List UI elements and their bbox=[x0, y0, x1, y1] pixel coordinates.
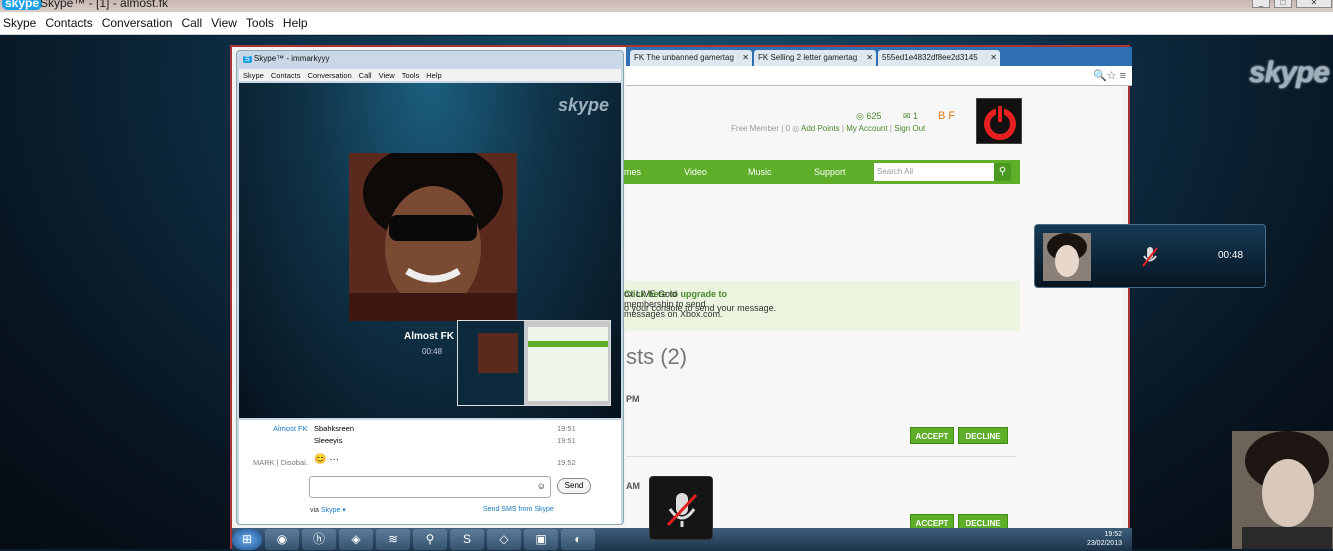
site-nav: mes Video Music Support Search All ⚲ bbox=[622, 160, 1020, 184]
my-account-link[interactable]: My Account bbox=[846, 124, 887, 133]
send-sms-link[interactable]: Send SMS from Skype bbox=[483, 506, 554, 513]
chat-message: Sleeeyis bbox=[314, 436, 343, 445]
muted-microphone-icon bbox=[666, 493, 698, 527]
chat-time: 19:52 bbox=[557, 458, 576, 467]
divider bbox=[626, 456, 1016, 457]
inner-skype-window: S Skype™ - immarkyyy Skype Contacts Conv… bbox=[236, 50, 624, 525]
close-button[interactable]: ✕ bbox=[1296, 0, 1332, 8]
skype-taskbar-icon[interactable]: S bbox=[450, 529, 484, 550]
gold-notice: ox LIVE Gold membership to send messages… bbox=[624, 281, 1020, 331]
request-time: AM bbox=[626, 481, 640, 491]
inner-skype-logo: skype bbox=[557, 95, 609, 115]
app-icon[interactable]: ▣ bbox=[524, 529, 558, 550]
inner-menu-conversation[interactable]: Conversation bbox=[307, 71, 351, 80]
system-tray-clock[interactable]: 19:52 23/02/2013 bbox=[1087, 530, 1122, 548]
inner-call-video: skype Almost FK 00:48 bbox=[239, 83, 621, 418]
chat-time: 19:51 bbox=[557, 436, 576, 445]
inner-menu-call[interactable]: Call bbox=[359, 71, 372, 80]
browser-tab[interactable]: 555ed1e4832df8ee2d3145 ✕ bbox=[878, 50, 1000, 66]
menu-bar: Skype Contacts Conversation Call View To… bbox=[0, 12, 1333, 35]
nav-music[interactable]: Music bbox=[748, 167, 772, 177]
hp-icon[interactable]: ⓗ bbox=[302, 529, 336, 550]
nav-support[interactable]: Support bbox=[814, 167, 846, 177]
menu-conversation[interactable]: Conversation bbox=[102, 16, 173, 30]
chat-sender: MARK | Disobai. bbox=[253, 458, 308, 467]
via-skype: via Skype ▾ bbox=[310, 507, 346, 514]
tab-close-icon[interactable]: ✕ bbox=[742, 53, 749, 62]
inner-menu-help[interactable]: Help bbox=[426, 71, 441, 80]
menu-view[interactable]: View bbox=[211, 16, 237, 30]
inner-menu-view[interactable]: View bbox=[379, 71, 395, 80]
shared-screen: FK The unbanned gamertag ✕ FK Selling 2 l… bbox=[230, 45, 1132, 551]
minimize-button[interactable]: _ bbox=[1252, 0, 1270, 8]
mute-microphone-button[interactable] bbox=[649, 476, 713, 540]
inner-skype-title: S Skype™ - immarkyyy bbox=[243, 54, 330, 63]
chat-message: 😊 ··· bbox=[314, 454, 340, 465]
mini-call-panel[interactable]: 00:48 bbox=[1034, 224, 1266, 288]
nav-games[interactable]: mes bbox=[624, 167, 641, 177]
browser-tab[interactable]: FK The unbanned gamertag ✕ bbox=[630, 50, 752, 66]
xbox-power-avatar[interactable] bbox=[976, 98, 1022, 144]
browser-tab-strip: FK The unbanned gamertag ✕ FK Selling 2 l… bbox=[626, 47, 1132, 66]
mini-call-timer: 00:48 bbox=[1218, 250, 1244, 261]
menu-contacts[interactable]: Contacts bbox=[45, 16, 92, 30]
chat-time: 19:51 bbox=[557, 424, 576, 433]
zoom-star-menu-icons[interactable]: 🔍☆ ≡ bbox=[1093, 69, 1126, 82]
accept-button[interactable]: ACCEPT bbox=[910, 427, 954, 444]
nav-video[interactable]: Video bbox=[684, 167, 707, 177]
send-button[interactable]: Send bbox=[557, 478, 591, 494]
emoticon-icon[interactable]: ☺ bbox=[537, 481, 546, 491]
account-links: Free Member | 0 ◎ Add Points | My Accoun… bbox=[731, 124, 926, 133]
callee-name: Almost FK bbox=[404, 331, 454, 342]
request-time: PM bbox=[626, 394, 640, 404]
sign-out-link[interactable]: Sign Out bbox=[894, 124, 925, 133]
remote-avatar bbox=[1043, 233, 1091, 281]
menu-skype[interactable]: Skype bbox=[3, 16, 36, 30]
via-skype-dropdown[interactable]: Skype ▾ bbox=[321, 507, 346, 514]
points-count: ◎ 625 bbox=[856, 111, 882, 121]
menu-call[interactable]: Call bbox=[181, 16, 202, 30]
muted-microphone-icon[interactable] bbox=[1140, 245, 1160, 269]
window-titlebar: skype Skype™ - [1] - almost.fk _ □ ✕ bbox=[0, 0, 1333, 12]
decline-button[interactable]: DECLINE bbox=[958, 427, 1008, 444]
menu-tools[interactable]: Tools bbox=[246, 16, 274, 30]
address-bar[interactable]: 🔍☆ ≡ bbox=[626, 66, 1132, 86]
skype-watermark-logo: skype bbox=[1248, 56, 1330, 89]
browser-tab[interactable]: FK Selling 2 letter gamertag ✕ bbox=[754, 50, 876, 66]
gamertag-initials: B F bbox=[938, 110, 956, 122]
app-icon[interactable]: ◇ bbox=[487, 529, 521, 550]
site-search-input[interactable]: Search All bbox=[874, 163, 994, 181]
dropbox-icon[interactable]: ◈ bbox=[339, 529, 373, 550]
call-timer: 00:48 bbox=[422, 347, 443, 356]
chrome-icon[interactable]: ◉ bbox=[265, 529, 299, 550]
window-title: Skype™ - [1] - almost.fk bbox=[40, 0, 169, 10]
inner-menu-skype[interactable]: Skype bbox=[243, 71, 264, 80]
tab-close-icon[interactable]: ✕ bbox=[866, 53, 873, 62]
inner-menu-tools[interactable]: Tools bbox=[402, 71, 420, 80]
inner-chat-panel: Almost FK Sbahksreen 19:51 Sleeeyis 19:5… bbox=[239, 420, 621, 524]
chat-message-input[interactable]: ☺ bbox=[309, 476, 551, 498]
chat-sender: Almost FK bbox=[273, 424, 308, 433]
add-points-link[interactable]: Add Points bbox=[801, 124, 840, 133]
search-icon[interactable]: ⚲ bbox=[994, 163, 1011, 181]
aim-icon[interactable]: ⚲ bbox=[413, 529, 447, 550]
inner-skype-menu: Skype Contacts Conversation Call View To… bbox=[239, 69, 621, 81]
recursive-screen-preview bbox=[457, 320, 611, 406]
chat-message: Sbahksreen bbox=[314, 424, 355, 433]
self-video-preview[interactable] bbox=[1232, 431, 1333, 549]
tab-close-icon[interactable]: ✕ bbox=[990, 53, 997, 62]
requests-heading: sts (2) bbox=[626, 344, 688, 369]
skype-logo: skype bbox=[2, 0, 43, 10]
app-icon[interactable]: ◐ bbox=[561, 529, 595, 550]
start-button-icon[interactable]: ⊞ bbox=[232, 529, 262, 550]
callee-video bbox=[349, 153, 517, 321]
inner-menu-contacts[interactable]: Contacts bbox=[271, 71, 301, 80]
power-icon bbox=[984, 104, 1016, 140]
maximize-button[interactable]: □ bbox=[1274, 0, 1292, 8]
spotify-icon[interactable]: ≋ bbox=[376, 529, 410, 550]
menu-help[interactable]: Help bbox=[283, 16, 308, 30]
message-count: ✉ 1 bbox=[903, 111, 919, 121]
